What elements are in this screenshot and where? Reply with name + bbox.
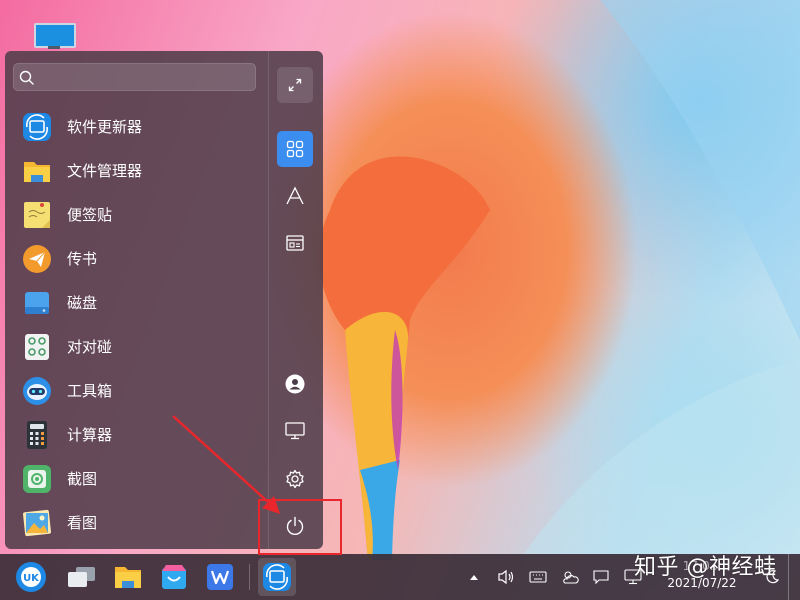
expand-button[interactable] bbox=[277, 67, 313, 103]
annotation-highlight-box bbox=[258, 499, 342, 555]
multitask-view-button[interactable] bbox=[62, 558, 100, 596]
app-label: 对对碰 bbox=[67, 338, 113, 356]
computer-button[interactable] bbox=[277, 413, 313, 449]
app-item-software-updater[interactable]: 软件更新器 bbox=[5, 105, 267, 149]
start-menu: 软件更新器 文件管理器 便签贴 传书 磁盘 对对碰 工具箱 计算器 截图 看图 bbox=[5, 51, 323, 549]
app-item-screenshot[interactable]: 截图 bbox=[5, 457, 267, 501]
app-item-calculator[interactable]: 计算器 bbox=[5, 413, 267, 457]
app-list: 软件更新器 文件管理器 便签贴 传书 磁盘 对对碰 工具箱 计算器 截图 看图 bbox=[5, 105, 267, 545]
taskbar-separator bbox=[249, 564, 250, 590]
sticky-note-icon bbox=[24, 202, 50, 228]
start-menu-app-panel: 软件更新器 文件管理器 便签贴 传书 磁盘 对对碰 工具箱 计算器 截图 看图 bbox=[5, 51, 267, 549]
tray-up-arrow-icon bbox=[470, 575, 478, 580]
app-item-image-viewer[interactable]: 看图 bbox=[5, 501, 267, 545]
svg-text:UK: UK bbox=[23, 573, 40, 584]
toolbox-robot-icon bbox=[23, 377, 51, 405]
weather-icon bbox=[563, 571, 579, 584]
volume-icon bbox=[498, 569, 514, 585]
start-menu-button[interactable]: UK bbox=[12, 558, 50, 596]
user-button[interactable] bbox=[277, 366, 313, 402]
user-icon bbox=[285, 374, 305, 394]
paper-plane-icon bbox=[23, 245, 51, 273]
folder-icon bbox=[24, 162, 50, 182]
letter-sort-button[interactable] bbox=[277, 178, 313, 214]
computer-icon bbox=[285, 422, 305, 440]
keyboard-button[interactable] bbox=[528, 567, 548, 587]
disk-icon bbox=[25, 292, 49, 314]
update-icon bbox=[23, 113, 51, 141]
search-box[interactable] bbox=[13, 63, 256, 91]
ukui-start-icon: UK bbox=[16, 562, 46, 592]
app-label: 磁盘 bbox=[67, 294, 98, 312]
app-label: 便签贴 bbox=[67, 206, 113, 224]
settings-button[interactable] bbox=[277, 461, 313, 497]
category-button[interactable] bbox=[277, 225, 313, 261]
match-game-icon bbox=[25, 334, 49, 360]
update-manager-icon bbox=[263, 563, 291, 591]
app-label: 软件更新器 bbox=[67, 118, 143, 136]
update-manager-taskbar-button[interactable] bbox=[258, 558, 296, 596]
tray-expand-button[interactable] bbox=[464, 567, 484, 587]
notification-icon bbox=[593, 570, 609, 584]
software-store-icon bbox=[162, 565, 186, 589]
expand-icon bbox=[288, 78, 302, 92]
app-label: 计算器 bbox=[67, 426, 113, 444]
category-icon bbox=[286, 235, 304, 251]
app-item-toolbox[interactable]: 工具箱 bbox=[5, 369, 267, 413]
app-label: 传书 bbox=[67, 250, 98, 268]
calculator-icon bbox=[27, 421, 47, 449]
watermark-text: 知乎 @神经蛙 bbox=[634, 555, 777, 580]
search-icon bbox=[19, 70, 34, 85]
file-manager-taskbar-button[interactable] bbox=[109, 558, 147, 596]
all-apps-icon bbox=[286, 140, 304, 158]
screenshot-icon bbox=[23, 465, 51, 493]
app-label: 看图 bbox=[67, 514, 98, 532]
weather-button[interactable] bbox=[560, 567, 580, 587]
app-item-disk[interactable]: 磁盘 bbox=[5, 281, 267, 325]
app-label: 截图 bbox=[67, 470, 98, 488]
image-viewer-icon bbox=[23, 509, 51, 537]
notification-button[interactable] bbox=[591, 567, 611, 587]
all-apps-button[interactable] bbox=[277, 131, 313, 167]
settings-icon bbox=[286, 469, 304, 489]
app-label: 文件管理器 bbox=[67, 162, 143, 180]
software-store-button[interactable] bbox=[155, 558, 193, 596]
letter-sort-icon bbox=[286, 186, 304, 205]
desktop-computer-icon[interactable] bbox=[34, 23, 76, 49]
app-label: 工具箱 bbox=[67, 382, 113, 400]
wps-icon bbox=[207, 564, 233, 590]
volume-button[interactable] bbox=[496, 567, 516, 587]
app-item-chuanshu[interactable]: 传书 bbox=[5, 237, 267, 281]
wps-button[interactable] bbox=[201, 558, 239, 596]
multitask-view-icon bbox=[68, 567, 95, 587]
keyboard-icon bbox=[529, 571, 547, 583]
start-menu-sidebar bbox=[269, 51, 323, 549]
app-item-match-game[interactable]: 对对碰 bbox=[5, 325, 267, 369]
search-input[interactable] bbox=[40, 67, 254, 89]
show-desktop-edge[interactable] bbox=[788, 554, 789, 600]
app-item-file-manager[interactable]: 文件管理器 bbox=[5, 149, 267, 193]
file-manager-icon bbox=[115, 567, 141, 588]
app-item-sticky-notes[interactable]: 便签贴 bbox=[5, 193, 267, 237]
